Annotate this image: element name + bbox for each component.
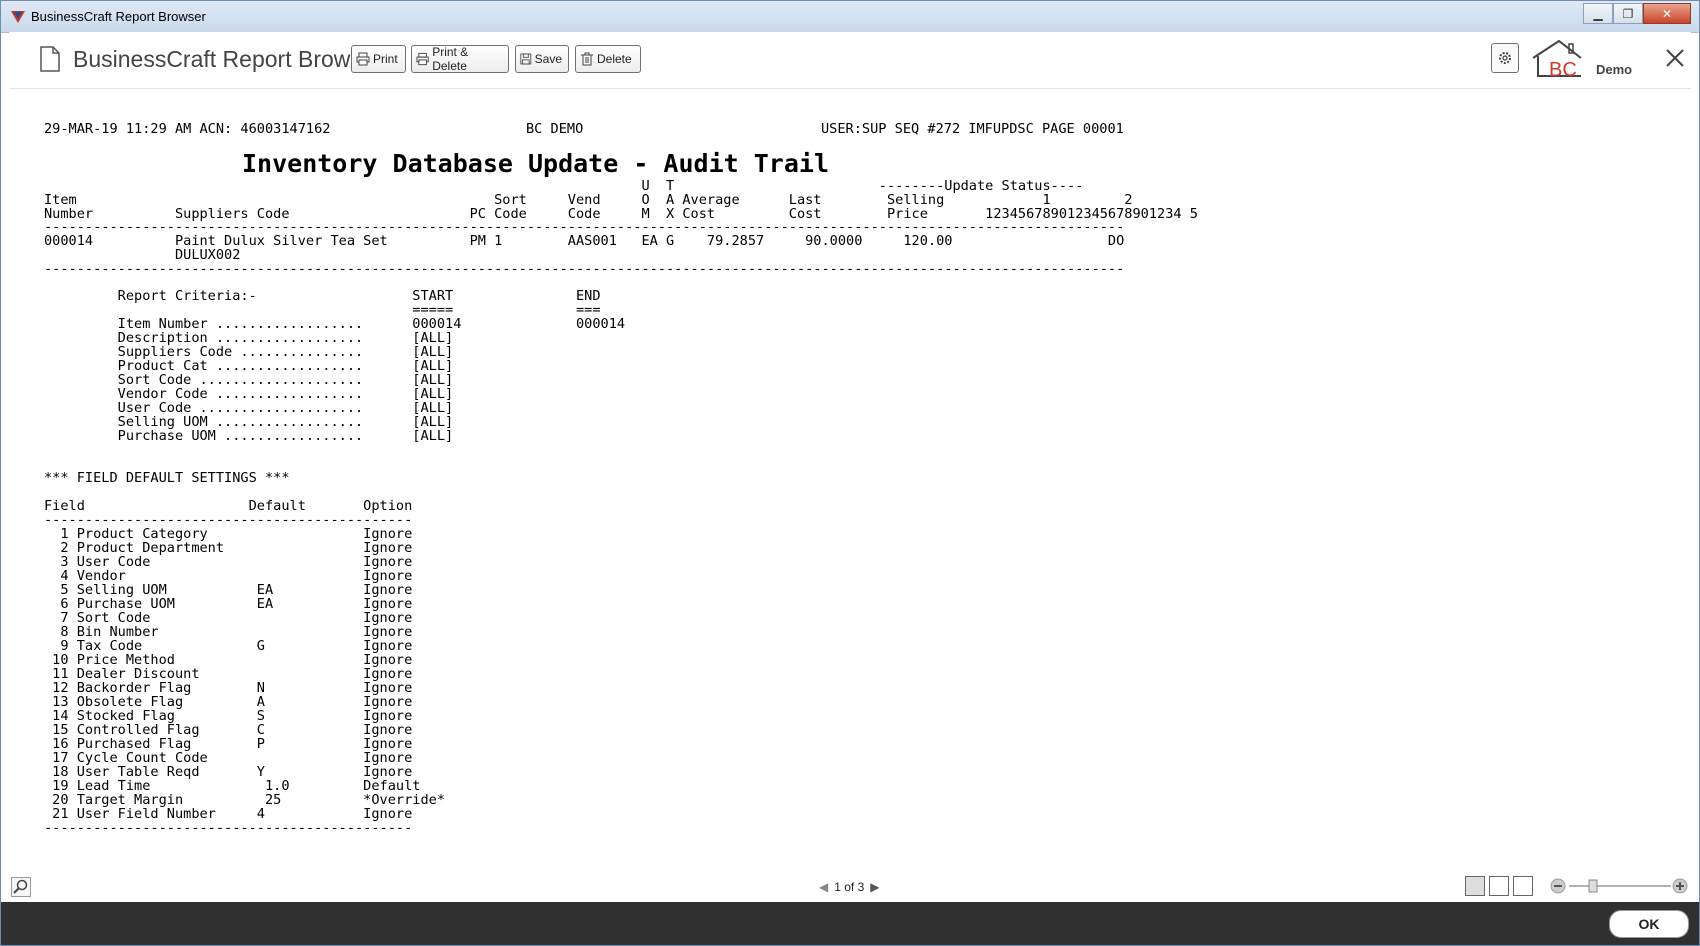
minimize-button[interactable]: ▁ [1583, 3, 1613, 24]
app-title: BusinessCraft Report Browser [73, 46, 383, 72]
gear-icon [1499, 52, 1511, 64]
field-default-line: 17 Cycle Count Code Ignore [44, 750, 413, 766]
report-title: Inventory Database Update - Audit Trail [242, 149, 829, 178]
delete-button[interactable]: Delete [575, 45, 641, 73]
window-title: BusinessCraft Report Browser [31, 9, 206, 24]
prev-page-button[interactable]: ◀ [819, 880, 828, 894]
pager: ◀ 1 of 3 ▶ [819, 880, 880, 894]
field-default-line: ----------------------------------------… [44, 820, 413, 836]
field-default-line: 9 Tax Code G Ignore [44, 638, 413, 654]
report-row: DULUX002 [44, 247, 241, 263]
field-default-line: 11 Dealer Discount Ignore [44, 666, 413, 682]
criteria-line: Sort Code .................... [ALL] [44, 372, 454, 388]
field-default-line: 13 Obsolete Flag A Ignore [44, 694, 413, 710]
view-mode-group [1465, 876, 1533, 896]
field-default-line: 10 Price Method Ignore [44, 652, 413, 668]
field-default-line: ----------------------------------------… [44, 512, 413, 528]
report-header-left: 29-MAR-19 11:29 AM ACN: 46003147162 [44, 121, 331, 137]
field-default-line: 15 Controlled Flag C Ignore [44, 722, 413, 738]
field-default-line: 6 Purchase UOM EA Ignore [44, 596, 413, 612]
criteria-line: Suppliers Code ............... [ALL] [44, 344, 454, 360]
printer-icon [416, 52, 429, 66]
field-default-line: 20 Target Margin 25 *Override* [44, 792, 446, 808]
company-label: Demo [1596, 62, 1633, 77]
column-header-line: Item Sort Vend O A Average Last Selling … [44, 192, 1133, 208]
field-default-line: 4 Vendor Ignore [44, 568, 413, 584]
print-delete-button[interactable]: Print & Delete [411, 45, 509, 73]
column-header-line: U T --------Update Status---- [44, 178, 1084, 194]
criteria-line: Item Number .................. 000014 00… [44, 316, 626, 332]
separator-line: ----------------------------------------… [44, 219, 1125, 235]
report-header-center: BC DEMO [526, 121, 584, 137]
window-controls: ▁ ❐ ✕ [1583, 3, 1691, 24]
criteria-line: User Code .................... [ALL] [44, 400, 454, 416]
save-icon [520, 53, 532, 65]
criteria-line: Purchase UOM ................. [ALL] [44, 428, 454, 444]
field-default-line: 21 User Field Number 4 Ignore [44, 806, 413, 822]
field-default-line: 2 Product Department Ignore [44, 540, 413, 556]
toolbar: BusinessCraft Report Browser Print Print… [9, 32, 1691, 89]
settings-button[interactable] [1491, 43, 1519, 73]
print-button[interactable]: Print [351, 45, 406, 73]
field-default-line: 16 Purchased Flag P Ignore [44, 736, 413, 752]
window-titlebar: BusinessCraft Report Browser ▁ ❐ ✕ [1, 1, 1699, 33]
bc-logo: BC [1532, 39, 1582, 80]
separator-line: ----------------------------------------… [44, 261, 1125, 277]
next-page-button[interactable]: ▶ [870, 880, 879, 894]
criteria-line: Product Cat .................. [ALL] [44, 358, 454, 374]
trash-icon [581, 52, 593, 66]
field-default-line: 8 Bin Number Ignore [44, 624, 413, 640]
criteria-line: Selling UOM .................. [ALL] [44, 414, 454, 430]
field-default-line: 5 Selling UOM EA Ignore [44, 582, 413, 598]
report-row: 000014 Paint Dulux Silver Tea Set PM 1 A… [44, 233, 1125, 249]
field-default-line: Field Default Option [44, 498, 413, 514]
page-indicator: 1 of 3 [834, 880, 865, 894]
ok-button[interactable]: OK [1609, 910, 1689, 938]
criteria-line: ===== === [44, 302, 601, 318]
field-default-line: 7 Sort Code Ignore [44, 610, 413, 626]
window-close-button[interactable]: ✕ [1643, 3, 1691, 24]
bc-logo-text: BC [1549, 59, 1577, 80]
status-bar: ◀ 1 of 3 ▶ [9, 871, 1691, 902]
bottom-bar: OK [1, 902, 1699, 945]
field-default-line: 14 Stocked Flag S Ignore [44, 708, 413, 724]
field-default-line: 19 Lead Time 1.0 Default [44, 778, 421, 794]
single-page-view-icon[interactable] [1465, 876, 1485, 896]
printer-icon [356, 52, 370, 66]
criteria-line: Description .................. [ALL] [44, 330, 454, 346]
field-default-line: *** FIELD DEFAULT SETTINGS *** [44, 470, 290, 486]
field-default-line: 1 Product Category Ignore [44, 526, 413, 542]
magnifier-icon [13, 879, 28, 894]
document-icon [40, 46, 60, 72]
maximize-button[interactable]: ❐ [1613, 3, 1643, 24]
print-delete-label: Print & Delete [432, 45, 469, 73]
zoom-slider[interactable] [1549, 876, 1689, 896]
field-default-line: 12 Backorder Flag N Ignore [44, 680, 413, 696]
field-default-line: 18 User Table Reqd Y Ignore [44, 764, 413, 780]
criteria-line: Vendor Code .................. [ALL] [44, 386, 454, 402]
app-logo-icon [11, 11, 25, 23]
report-page: 29-MAR-19 11:29 AM ACN: 46003147162 BC D… [9, 89, 1691, 871]
two-page-view-icon[interactable] [1489, 876, 1509, 896]
delete-label: Delete [597, 52, 632, 66]
print-label: Print [373, 52, 398, 66]
report-browser-window: BusinessCraft Report Browser ▁ ❐ ✕ Busin… [0, 0, 1700, 946]
report-header-right: USER:SUP SEQ #272 IMFUPDSC PAGE 00001 [821, 121, 1124, 137]
save-button[interactable]: Save [515, 45, 569, 73]
close-icon[interactable] [1661, 44, 1689, 72]
field-default-line: 3 User Code Ignore [44, 554, 413, 570]
criteria-line: Report Criteria:- START END [44, 288, 601, 304]
search-button[interactable] [11, 877, 31, 897]
save-label: Save [534, 52, 562, 66]
multi-page-view-icon[interactable] [1513, 876, 1533, 896]
